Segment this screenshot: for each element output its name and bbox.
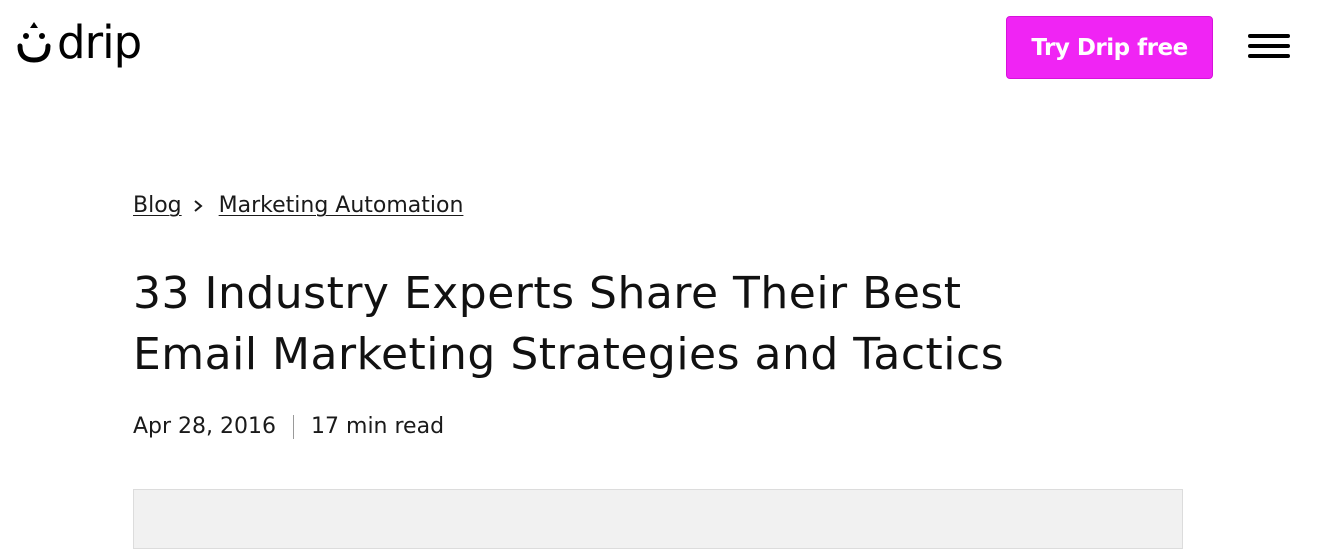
breadcrumb-marketing-automation-link[interactable]: Marketing Automation xyxy=(219,193,464,218)
menu-bar xyxy=(1248,34,1290,38)
meta-divider xyxy=(293,414,295,439)
try-drip-free-button[interactable]: Try Drip free xyxy=(1006,16,1213,79)
article-meta: Apr 28, 2016 17 min read xyxy=(133,414,444,439)
publish-date: Apr 28, 2016 xyxy=(133,414,277,439)
article-title-line-1: 33 Industry Experts Share Their Best xyxy=(133,268,962,319)
logo-wordmark: drip xyxy=(57,16,142,69)
breadcrumb-blog-link[interactable]: Blog xyxy=(133,193,182,218)
article-title-line-2: Email Marketing Strategies and Tactics xyxy=(133,329,1005,380)
menu-bar xyxy=(1248,44,1290,48)
hero-image xyxy=(133,489,1183,549)
drip-smile-icon xyxy=(17,22,51,63)
article-title: 33 Industry Experts Share Their Best Ema… xyxy=(133,263,1193,385)
read-time: 17 min read xyxy=(311,414,445,439)
drip-logo[interactable]: drip xyxy=(17,16,142,74)
hamburger-menu-icon[interactable] xyxy=(1246,31,1292,61)
breadcrumb: Blog Marketing Automation xyxy=(133,193,463,218)
site-header: drip Try Drip free xyxy=(0,0,1317,95)
chevron-right-icon xyxy=(194,199,203,212)
menu-bar xyxy=(1248,54,1290,58)
